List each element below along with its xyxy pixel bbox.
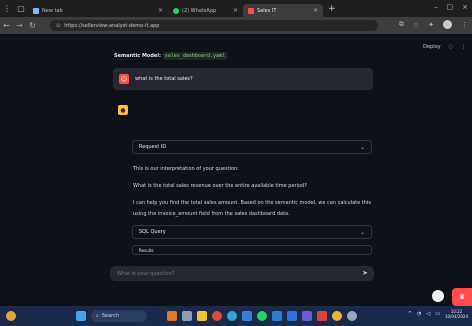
close-window-icon[interactable]: ×: [462, 3, 468, 11]
new-tab-plus-icon[interactable]: +: [328, 4, 336, 14]
weather-icon[interactable]: [6, 311, 16, 321]
browser-menu-icon[interactable]: ⋮: [0, 0, 14, 17]
chat-input-box: ➤: [110, 266, 374, 281]
clock-date: 10/04/2024: [444, 314, 468, 319]
chevron-down-icon: ⌄: [359, 228, 365, 236]
maximize-icon[interactable]: ▢: [447, 3, 454, 11]
user-question: what is the total sales?: [135, 76, 193, 82]
mail-icon[interactable]: [287, 311, 297, 321]
vscode-icon[interactable]: [272, 311, 282, 321]
interpretation-intro: This is our interpretation of your quest…: [133, 166, 239, 172]
answer-line-2: using the invoice_amount field from the …: [133, 211, 290, 217]
taskbar-clock[interactable]: 10:22 10/04/2024: [445, 309, 468, 319]
semantic-model-line: Semantic Model: sales_dashboard.yaml: [114, 52, 228, 60]
chrome-alt-icon[interactable]: [332, 311, 342, 321]
results-expander[interactable]: Results: [132, 245, 372, 255]
url-field[interactable]: ⊙ https://sellerview-analyst-demo-it.app: [50, 20, 378, 31]
assistant-avatar-icon: ●: [118, 105, 128, 115]
browser-tabstrip: ⋮ ▢ New tab × (2) WhatsApp × Sales IT × …: [0, 0, 472, 17]
tab-label: (2) WhatsApp: [182, 7, 217, 14]
whatsapp-icon[interactable]: [257, 311, 267, 321]
send-icon[interactable]: ➤: [362, 269, 368, 277]
streamlit-crown-icon[interactable]: ♛: [452, 288, 472, 306]
tab-label: Sales IT: [257, 7, 277, 14]
battery-icon[interactable]: ▭: [435, 311, 440, 317]
store-icon[interactable]: [242, 311, 252, 321]
user-avatar-icon: ☺: [119, 74, 129, 84]
tab-sales-it[interactable]: Sales IT ×: [243, 4, 323, 17]
wifi-icon[interactable]: ◔: [417, 311, 421, 317]
volume-icon[interactable]: ◁: [426, 311, 430, 317]
expander-label: Request ID: [139, 144, 167, 150]
user-message: ☺ what is the total sales?: [113, 68, 373, 90]
chrome-icon[interactable]: [212, 311, 222, 321]
address-bar: ← → ↻ ⊙ https://sellerview-analyst-demo-…: [0, 17, 472, 34]
request-id-expander[interactable]: Request ID ⌄: [132, 140, 372, 154]
whatsapp-favicon-icon: [173, 7, 179, 14]
taskbar-search[interactable]: ⌕ Search: [91, 310, 147, 322]
settings-icon[interactable]: [347, 311, 357, 321]
close-icon[interactable]: ×: [233, 7, 238, 14]
taskbar: ⌕ Search ^ ◔ ◁ ▭ 10:22 10/04/2024: [0, 306, 472, 326]
semantic-model-file: sales_dashboard.yaml: [162, 52, 228, 60]
deploy-button[interactable]: Deploy: [423, 44, 441, 50]
task-view-icon[interactable]: [182, 311, 192, 321]
browser-more-icon[interactable]: ⋮: [461, 21, 468, 29]
chat-input[interactable]: [117, 270, 347, 277]
assistant-bubble-icon[interactable]: [432, 290, 444, 302]
expander-label: Results: [139, 247, 154, 253]
lock-icon: ⊙: [56, 22, 61, 29]
extensions-icon[interactable]: ✦: [428, 21, 434, 29]
forward-icon[interactable]: →: [13, 21, 26, 30]
app-toolbar: Deploy ◌ ⋮: [423, 44, 466, 50]
tab-search-icon[interactable]: ▢: [14, 0, 28, 17]
address-bar-actions: ⧉ ☆ ✦ ⋮: [399, 20, 468, 29]
main-menu-icon[interactable]: ⋮: [461, 44, 466, 50]
app-icon[interactable]: [317, 311, 327, 321]
search-label: Search: [101, 313, 119, 319]
answer-line-1: I can help you find the total sales amou…: [133, 200, 371, 206]
interpretation-question: What is the total sales revenue over the…: [133, 183, 307, 189]
close-icon[interactable]: ×: [313, 7, 318, 14]
running-icon: ◌: [448, 44, 453, 50]
tab-whatsapp[interactable]: (2) WhatsApp ×: [168, 4, 243, 17]
chevron-down-icon: ⌄: [359, 143, 365, 151]
search-icon: ⌕: [96, 313, 99, 319]
windows-start-icon[interactable]: [76, 311, 86, 321]
photos-icon[interactable]: [167, 311, 177, 321]
window-controls: – ▢ ×: [434, 3, 468, 11]
tab-new-tab[interactable]: New tab ×: [28, 4, 168, 17]
sql-query-expander[interactable]: SQL Query ⌄: [132, 225, 372, 239]
bookmark-star-icon[interactable]: ☆: [413, 21, 419, 29]
url-text: https://sellerview-analyst-demo-it.app: [64, 22, 160, 29]
back-icon[interactable]: ←: [0, 21, 13, 30]
system-tray: ^ ◔ ◁ ▭ 10:22 10/04/2024: [408, 309, 468, 319]
profile-avatar[interactable]: [443, 20, 452, 29]
close-icon[interactable]: ×: [158, 7, 163, 14]
file-explorer-icon[interactable]: [197, 311, 207, 321]
expander-label: SQL Query: [139, 229, 166, 235]
minimize-icon[interactable]: –: [434, 3, 438, 11]
streamlit-favicon-icon: [248, 7, 254, 14]
teams-icon[interactable]: [302, 311, 312, 321]
reload-icon[interactable]: ↻: [26, 21, 39, 30]
chevron-up-icon[interactable]: ^: [408, 311, 412, 317]
edge-icon[interactable]: [227, 311, 237, 321]
semantic-model-label: Semantic Model:: [114, 53, 162, 59]
new-tab-favicon-icon: [33, 7, 39, 14]
tab-label: New tab: [42, 7, 63, 14]
translate-icon[interactable]: ⧉: [399, 20, 404, 29]
